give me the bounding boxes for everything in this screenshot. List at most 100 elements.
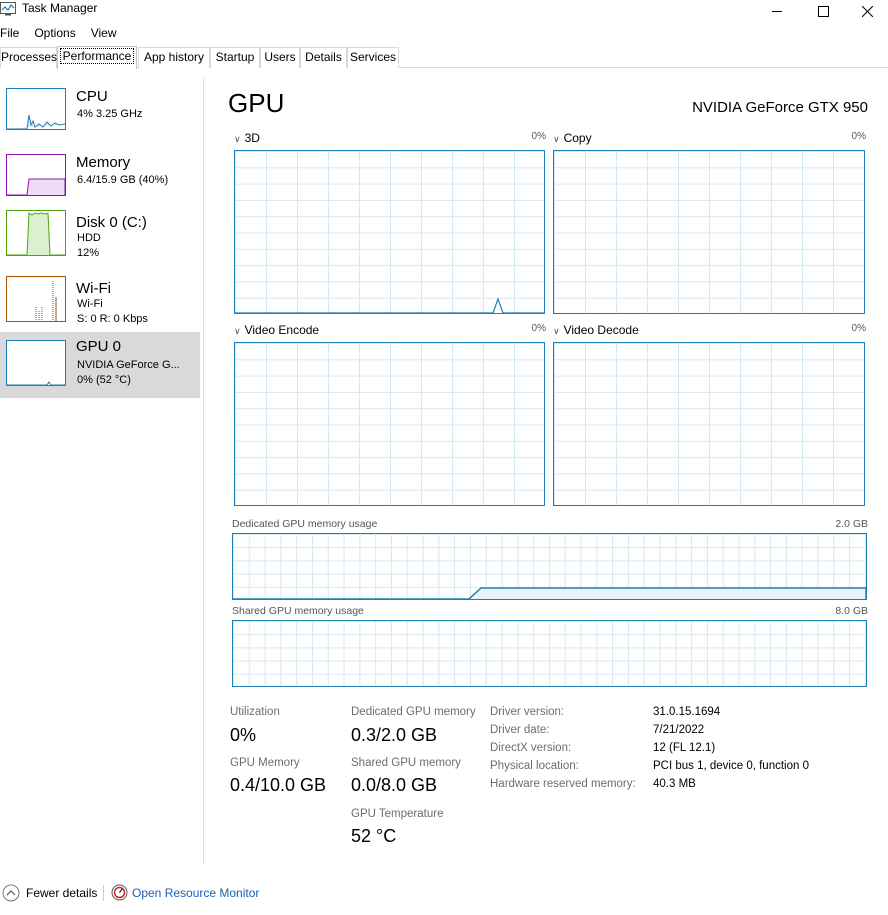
tab-services[interactable]: Services (347, 47, 399, 68)
engine-video-encode-selector[interactable]: ∨ Video Encode (234, 323, 319, 337)
engine-copy-label: Copy (563, 131, 592, 145)
engine-copy-percent: 0% (851, 131, 866, 142)
shared-gpu-memory-label: Shared GPU memory (351, 757, 461, 769)
page-title: GPU (228, 88, 285, 118)
dedicated-memory-line (233, 587, 866, 599)
shared-gpu-memory-value: 0.0/8.0 GB (351, 775, 438, 795)
close-icon (861, 5, 873, 17)
tab-bar: Processes Performance App history Startu… (0, 46, 888, 69)
tab-app-history[interactable]: App history (138, 47, 210, 68)
engine-3d-percent: 0% (531, 131, 546, 142)
maximize-icon (817, 5, 829, 17)
engine-video-decode-graph (553, 342, 865, 506)
memory-thumbnail-graph (6, 154, 66, 196)
chevron-down-icon: ∨ (553, 134, 560, 144)
shared-memory-max: 8.0 GB (835, 605, 868, 617)
sidebar-item-cpu[interactable]: CPU 4% 3.25 GHz (0, 78, 200, 144)
menu-bar: File Options View (0, 24, 132, 42)
dedicated-gpu-memory-value: 0.3/2.0 GB (351, 725, 438, 745)
sidebar-disk-title: Disk 0 (C:) (76, 214, 147, 231)
engine-3d-graph (234, 150, 545, 314)
engine-video-decode-percent: 0% (851, 323, 866, 334)
gpu-model-name: NVIDIA GeForce GTX 950 (692, 99, 868, 116)
chevron-up-circle-icon[interactable] (2, 884, 20, 902)
menu-options[interactable]: Options (34, 24, 75, 42)
tab-users[interactable]: Users (260, 47, 300, 68)
tab-details[interactable]: Details (300, 47, 347, 68)
engine-3d-line (235, 297, 544, 313)
utilization-label: Utilization (230, 706, 280, 718)
sidebar-item-memory[interactable]: Memory 6.4/15.9 GB (40%) (0, 144, 200, 210)
shared-memory-graph (232, 620, 867, 687)
sidebar-cpu-title: CPU (76, 88, 108, 105)
gpu-temperature-label: GPU Temperature (351, 808, 444, 820)
tab-startup[interactable]: Startup (210, 47, 260, 68)
engine-copy-selector[interactable]: ∨ Copy (553, 131, 592, 145)
engine-video-encode-graph (234, 342, 545, 506)
sidebar-gpu-usage: 0% (52 °C) (77, 374, 131, 386)
sidebar-wifi-adapter: Wi-Fi (77, 298, 103, 310)
minimize-button[interactable] (754, 0, 800, 22)
resource-sidebar: CPU 4% 3.25 GHz Memory 6.4/15.9 GB (40%)… (0, 78, 204, 864)
footer-separator (103, 885, 104, 901)
maximize-button[interactable] (800, 0, 846, 22)
hardware-reserved-memory-key: Hardware reserved memory: (490, 778, 636, 790)
resource-monitor-icon (111, 884, 128, 901)
fewer-details-button[interactable]: Fewer details (26, 886, 97, 900)
hardware-reserved-memory-value: 40.3 MB (653, 778, 696, 790)
footer-bar: Fewer details Open Resource Monitor (0, 880, 888, 906)
open-resource-monitor-link[interactable]: Open Resource Monitor (132, 886, 259, 900)
task-manager-icon (0, 2, 16, 16)
dedicated-memory-graph (232, 533, 867, 600)
sidebar-memory-title: Memory (76, 154, 131, 171)
engine-copy-graph (553, 150, 865, 314)
sidebar-cpu-detail: 4% 3.25 GHz (77, 108, 143, 120)
sidebar-memory-detail: 6.4/15.9 GB (40%) (77, 174, 169, 186)
shared-memory-label: Shared GPU memory usage (232, 605, 364, 617)
gpu-thumbnail-graph (6, 340, 66, 386)
chevron-down-icon: ∨ (234, 326, 241, 336)
engine-video-decode-selector[interactable]: ∨ Video Decode (553, 323, 639, 337)
sidebar-gpu-model: NVIDIA GeForce G... (77, 359, 180, 371)
sidebar-item-gpu[interactable]: GPU 0 NVIDIA GeForce G... 0% (52 °C) (0, 332, 200, 398)
menu-view[interactable]: View (91, 24, 117, 42)
chevron-down-icon: ∨ (234, 134, 241, 144)
engine-video-decode-label: Video Decode (563, 323, 639, 337)
window-title: Task Manager (22, 1, 98, 15)
sidebar-gpu-title: GPU 0 (76, 338, 122, 355)
sidebar-wifi-title: Wi-Fi (76, 280, 111, 297)
sidebar-item-disk[interactable]: Disk 0 (C:) HDD 12% (0, 204, 200, 270)
dedicated-memory-max: 2.0 GB (835, 518, 868, 530)
driver-version-value: 31.0.15.1694 (653, 706, 721, 718)
dedicated-gpu-memory-label: Dedicated GPU memory (351, 706, 476, 718)
gpu-memory-value: 0.4/10.0 GB (230, 775, 327, 795)
directx-version-key: DirectX version: (490, 742, 572, 754)
sidebar-item-wifi[interactable]: Wi-Fi Wi-Fi S: 0 R: 0 Kbps (0, 270, 200, 336)
sidebar-disk-usage: 12% (77, 247, 100, 259)
dedicated-memory-label: Dedicated GPU memory usage (232, 518, 378, 530)
gpu-temperature-value: 52 °C (351, 826, 397, 846)
engine-video-encode-label: Video Encode (244, 323, 320, 337)
wifi-thumbnail-graph (6, 276, 66, 322)
sidebar-wifi-throughput: S: 0 R: 0 Kbps (77, 313, 148, 325)
driver-version-key: Driver version: (490, 706, 565, 718)
disk-thumbnail-graph (6, 210, 66, 256)
utilization-value: 0% (230, 725, 257, 745)
engine-3d-selector[interactable]: ∨ 3D (234, 131, 260, 145)
driver-date-value: 7/21/2022 (653, 724, 705, 736)
physical-location-value: PCI bus 1, device 0, function 0 (653, 760, 809, 772)
menu-file[interactable]: File (0, 24, 19, 42)
engine-video-encode-percent: 0% (531, 323, 546, 334)
tab-processes[interactable]: Processes (0, 47, 57, 68)
minimize-icon (772, 11, 782, 12)
physical-location-key: Physical location: (490, 760, 579, 772)
close-button[interactable] (846, 0, 888, 22)
engine-3d-label: 3D (244, 131, 260, 145)
cpu-thumbnail-graph (6, 88, 66, 130)
driver-date-key: Driver date: (490, 724, 550, 736)
tab-performance[interactable]: Performance (57, 46, 137, 69)
directx-version-value: 12 (FL 12.1) (653, 742, 716, 754)
tab-performance-label: Performance (59, 48, 135, 64)
title-bar: Task Manager (0, 0, 888, 22)
chevron-down-icon: ∨ (553, 326, 560, 336)
